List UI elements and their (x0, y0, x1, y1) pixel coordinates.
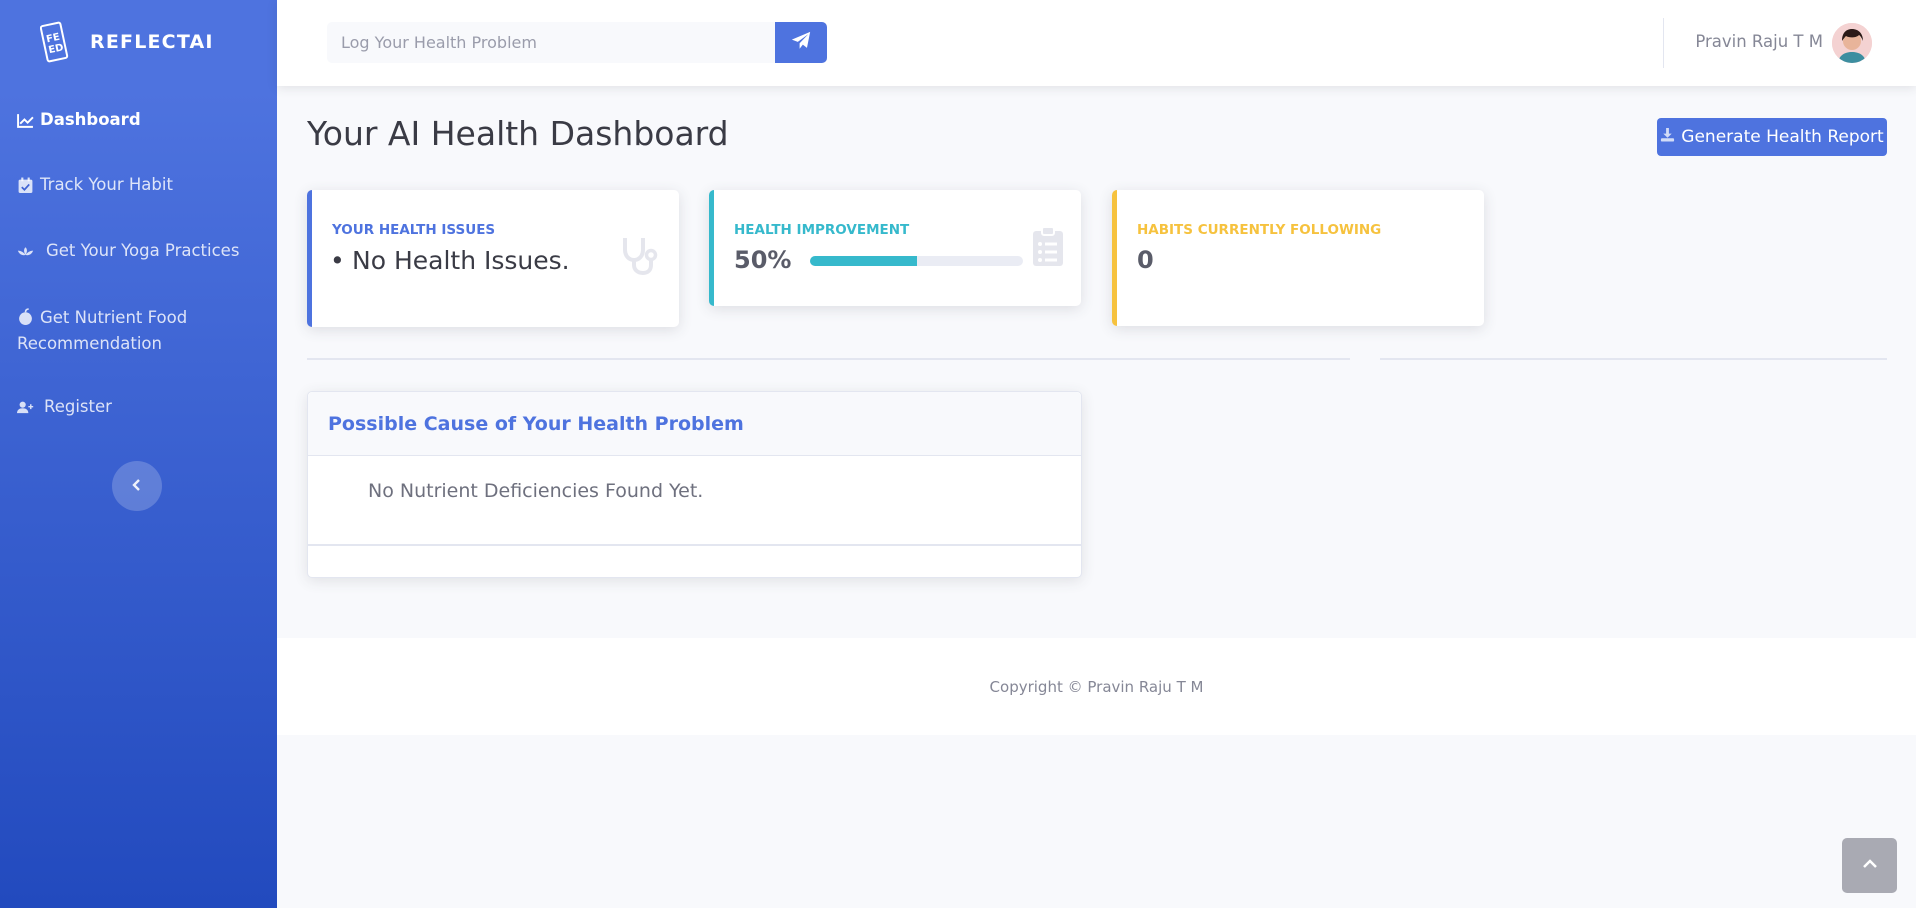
sidebar-item-yoga[interactable]: Get Your Yoga Practices (17, 238, 267, 264)
health-improvement-card: HEALTH IMPROVEMENT 50% (709, 190, 1081, 306)
user-name[interactable]: Pravin Raju T M (1695, 32, 1823, 51)
possible-cause-body: No Nutrient Deficiencies Found Yet. (308, 456, 1081, 546)
avatar[interactable] (1832, 23, 1872, 63)
sidebar-item-label: Track Your Habit (40, 175, 173, 194)
habits-following-label: HABITS CURRENTLY FOLLOWING (1137, 222, 1382, 238)
svg-text:ED: ED (48, 42, 65, 56)
sidebar-item-dashboard[interactable]: Dashboard (17, 107, 267, 133)
search-form (327, 22, 827, 63)
health-issues-label: YOUR HEALTH ISSUES (332, 222, 496, 238)
section-divider (307, 358, 1350, 360)
stethoscope-icon (619, 235, 661, 281)
health-improvement-label: HEALTH IMPROVEMENT (734, 222, 910, 238)
health-improvement-progress-bar (810, 256, 917, 266)
habits-following-value: 0 (1137, 246, 1154, 274)
search-input[interactable] (327, 22, 775, 63)
habits-following-card: HABITS CURRENTLY FOLLOWING 0 (1112, 190, 1484, 326)
topbar: Pravin Raju T M (277, 0, 1916, 86)
sidebar-item-track-habit[interactable]: Track Your Habit (17, 172, 267, 198)
health-issue-item: No Health Issues. (330, 246, 570, 275)
chart-area-icon (17, 111, 34, 128)
footer: Copyright © Pravin Raju T M (277, 638, 1916, 735)
health-improvement-value: 50% (734, 246, 792, 274)
sidebar-item-nutrient-food[interactable]: Get Nutrient Food Recommendation (17, 303, 217, 357)
page-title: Your AI Health Dashboard (307, 114, 729, 153)
sidebar-toggle-button[interactable] (112, 461, 162, 511)
download-icon (1660, 127, 1681, 147)
generate-report-button[interactable]: Generate Health Report (1657, 118, 1887, 156)
sidebar-item-label: Dashboard (40, 110, 141, 129)
sidebar-item-label: Register (44, 397, 112, 416)
brand-logo: FE ED (39, 21, 70, 63)
possible-cause-card: Possible Cause of Your Health Problem No… (307, 391, 1082, 578)
copyright-text: Copyright © Pravin Raju T M (989, 677, 1204, 696)
topbar-divider (1663, 18, 1664, 68)
clipboard-list-icon (1033, 226, 1063, 270)
send-button[interactable] (775, 22, 827, 63)
sidebar-item-register[interactable]: Register (17, 394, 267, 420)
health-issues-card: YOUR HEALTH ISSUES No Health Issues. (307, 190, 679, 327)
generate-report-label: Generate Health Report (1681, 127, 1884, 147)
chevron-left-icon (131, 476, 143, 497)
chevron-up-icon (1861, 855, 1879, 877)
possible-cause-title: Possible Cause of Your Health Problem (308, 392, 1081, 456)
sidebar: FE ED REFLECTAI Dashboard Track Your Hab… (0, 0, 277, 908)
sidebar-item-label: Get Nutrient Food Recommendation (17, 308, 188, 353)
user-plus-icon (17, 398, 38, 415)
apple-icon (17, 307, 34, 325)
calendar-check-icon (17, 176, 34, 193)
health-improvement-progress (810, 256, 1023, 266)
spa-icon (17, 242, 37, 259)
section-divider (1380, 358, 1887, 360)
scroll-to-top-button[interactable] (1842, 838, 1897, 893)
sidebar-item-label: Get Your Yoga Practices (46, 241, 240, 260)
brand-name: REFLECTAI (90, 31, 214, 53)
sidebar-brand[interactable]: FE ED REFLECTAI (0, 0, 277, 84)
paper-plane-icon (790, 30, 812, 56)
